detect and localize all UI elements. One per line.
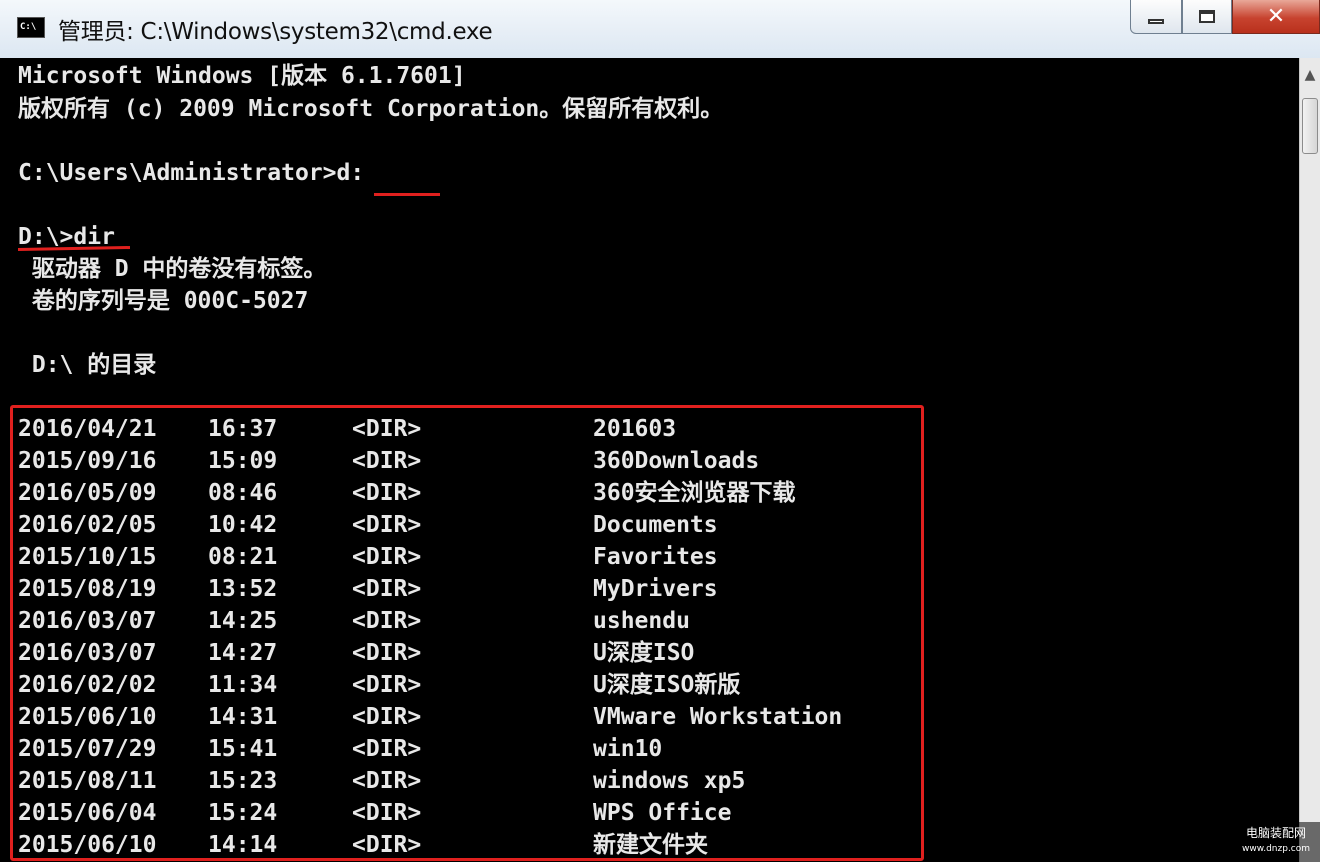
watermark-title: 电脑装配网 bbox=[1245, 826, 1306, 840]
cmd-window: C:\ 管理员: C:\Windows\system32\cmd.exe ✕ M… bbox=[0, 0, 1320, 862]
title-bar[interactable]: C:\ 管理员: C:\Windows\system32\cmd.exe ✕ bbox=[0, 0, 1320, 59]
vertical-scrollbar[interactable]: ▲ bbox=[1299, 58, 1320, 862]
maximize-icon bbox=[1199, 10, 1215, 23]
scroll-thumb[interactable] bbox=[1302, 98, 1318, 154]
minimize-button[interactable] bbox=[1130, 0, 1182, 34]
scroll-up-arrow-icon[interactable]: ▲ bbox=[1300, 60, 1320, 90]
prompt-change-drive: C:\Users\Administrator>d: bbox=[18, 160, 365, 186]
underline-annotation bbox=[374, 193, 440, 196]
close-button[interactable]: ✕ bbox=[1232, 0, 1320, 34]
window-controls: ✕ bbox=[1130, 0, 1320, 36]
watermark-url: www.dnzp.com bbox=[1241, 844, 1311, 854]
directory-of-line: D:\ 的目录 bbox=[18, 352, 157, 378]
minimize-icon bbox=[1148, 19, 1164, 24]
highlight-box-annotation bbox=[10, 405, 924, 861]
header-version-line: Microsoft Windows [版本 6.1.7601] bbox=[18, 63, 466, 89]
watermark: 电脑装配网 www.dnzp.com bbox=[1232, 822, 1320, 862]
volume-serial-line: 卷的序列号是 000C-5027 bbox=[18, 288, 309, 314]
volume-label-line: 驱动器 D 中的卷没有标签。 bbox=[18, 256, 327, 282]
close-icon: ✕ bbox=[1266, 3, 1286, 29]
cmd-app-icon[interactable]: C:\ bbox=[17, 17, 45, 38]
console-output[interactable]: Microsoft Windows [版本 6.1.7601] 版权所有 (c)… bbox=[0, 58, 1299, 862]
maximize-button[interactable] bbox=[1182, 0, 1232, 34]
header-copyright-line: 版权所有 (c) 2009 Microsoft Corporation。保留所有… bbox=[18, 96, 724, 122]
window-title: 管理员: C:\Windows\system32\cmd.exe bbox=[58, 19, 493, 45]
